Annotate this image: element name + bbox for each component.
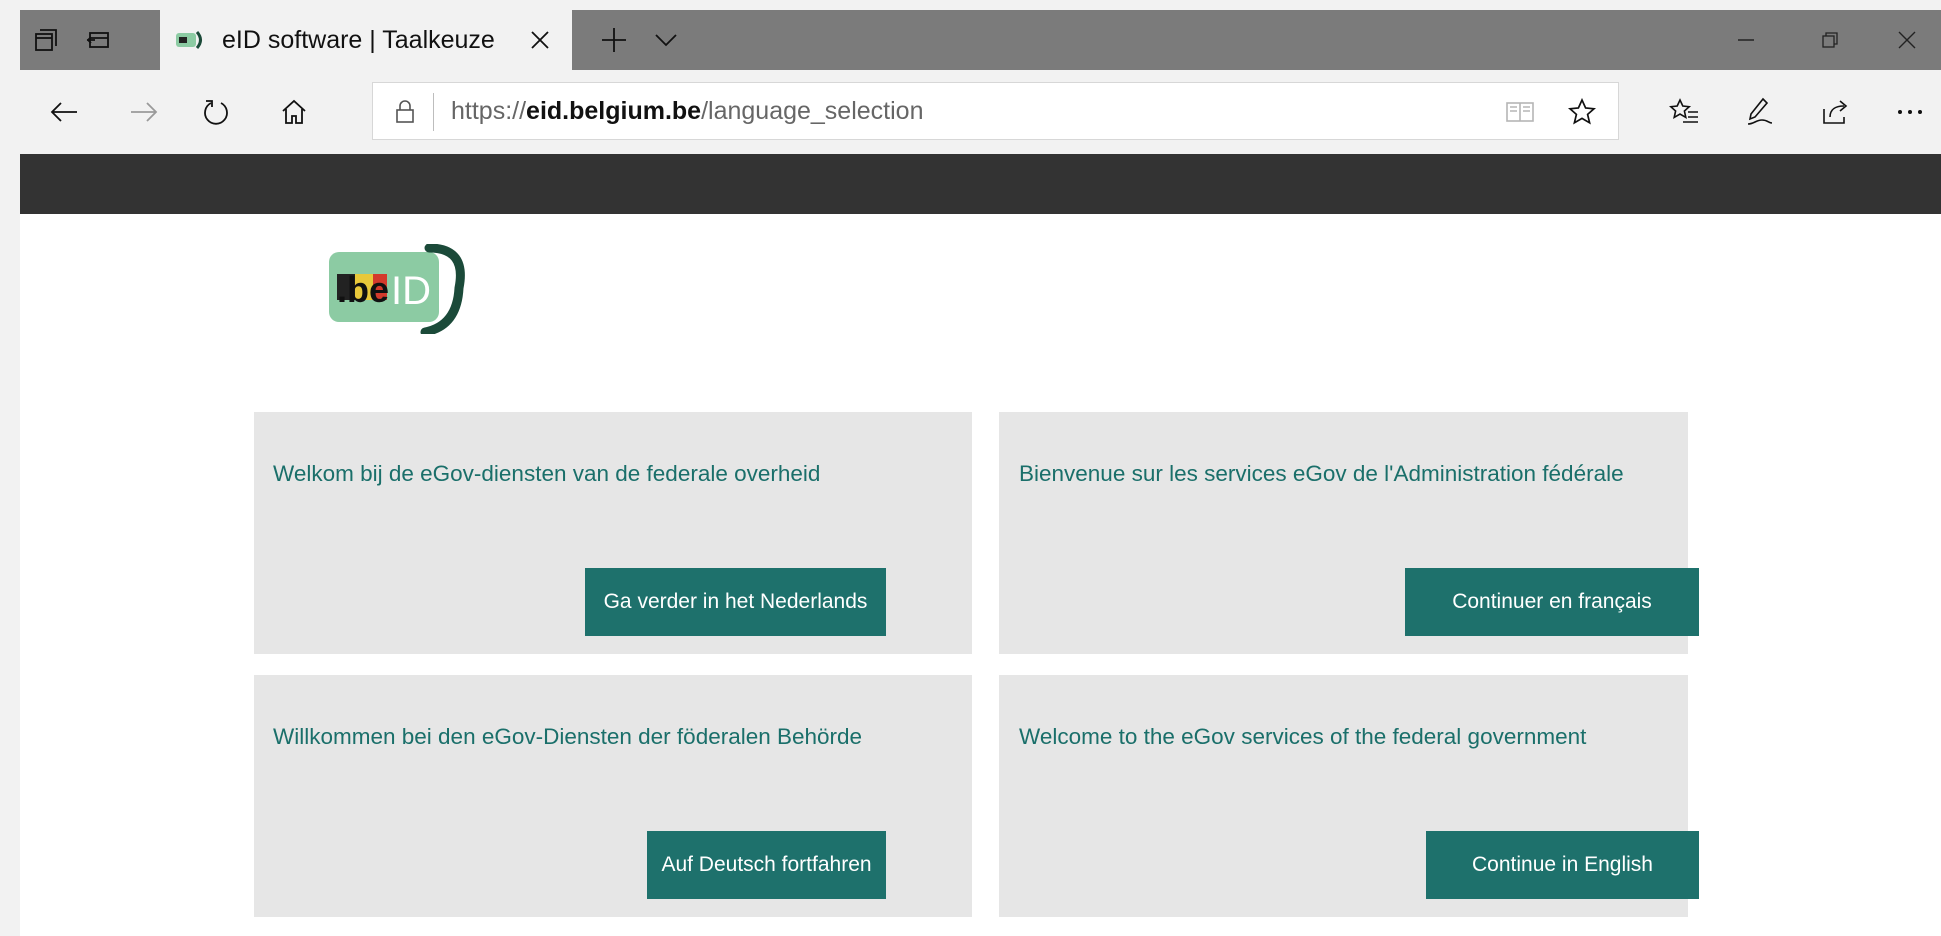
tab-actions-button[interactable]	[20, 10, 72, 70]
browser-title-bar: eID software | Taalkeuze	[20, 10, 1941, 70]
close-window-button[interactable]	[1872, 10, 1941, 70]
url-prefix: https://	[451, 97, 527, 125]
reading-view-button[interactable]	[1498, 91, 1542, 133]
tab-preview-button[interactable]	[640, 10, 692, 70]
browser-toolbar: https://eid.belgium.be/language_selectio…	[20, 70, 1941, 154]
favorites-list-icon	[1669, 98, 1698, 123]
book-icon	[1506, 102, 1534, 122]
minimize-button[interactable]	[1704, 10, 1788, 70]
address-bar[interactable]: https://eid.belgium.be/language_selectio…	[372, 82, 1619, 140]
star-icon	[1568, 98, 1596, 125]
continue-french-button[interactable]: Continuer en français	[1405, 568, 1699, 636]
share-icon	[1823, 100, 1848, 124]
refresh-icon	[204, 100, 228, 125]
arrow-left-icon	[50, 102, 77, 122]
back-button[interactable]	[34, 82, 94, 142]
forward-button[interactable]	[114, 82, 174, 142]
site-header-bar	[20, 154, 1941, 214]
close-tab-button[interactable]	[520, 20, 560, 60]
add-favorite-button[interactable]	[1560, 91, 1604, 133]
url-domain: eid.belgium.be	[526, 97, 702, 125]
set-aside-tabs-icon	[86, 32, 109, 48]
restore-icon	[1822, 32, 1838, 48]
home-icon	[282, 99, 306, 124]
language-card-de: Willkommen bei den eGov-Diensten der föd…	[254, 675, 972, 917]
welcome-text-en: Welcome to the eGov services of the fede…	[1019, 724, 1587, 749]
language-card-fr: Bienvenue sur les services eGov de l'Adm…	[999, 412, 1699, 654]
welcome-text-nl: Welkom bij de eGov-diensten van de feder…	[273, 461, 821, 486]
tab-title: eID software | Taalkeuze	[222, 25, 495, 54]
more-button[interactable]	[1880, 82, 1940, 142]
welcome-text-de: Willkommen bei den eGov-Diensten der föd…	[273, 724, 863, 749]
close-icon	[1898, 31, 1915, 49]
home-button[interactable]	[264, 82, 324, 142]
set-aside-tabs-button[interactable]	[72, 10, 124, 70]
language-card-en: Welcome to the eGov services of the fede…	[999, 675, 1699, 917]
welcome-text-fr: Bienvenue sur les services eGov de l'Adm…	[1019, 461, 1624, 486]
active-tab[interactable]: eID software | Taalkeuze	[160, 10, 572, 70]
continue-dutch-button[interactable]: Ga verder in het Nederlands	[585, 568, 886, 636]
address-separator	[433, 93, 434, 131]
chevron-down-icon	[655, 34, 677, 47]
refresh-button[interactable]	[186, 82, 246, 142]
url-text[interactable]: https://eid.belgium.be/language_selectio…	[451, 97, 923, 126]
continue-german-button[interactable]: Auf Deutsch fortfahren	[647, 831, 886, 899]
page-content: .be ID Welkom bij de eGov-diensten van d…	[20, 214, 1941, 936]
tab-actions-icon	[35, 29, 57, 51]
minimize-icon	[1738, 39, 1754, 41]
continue-english-button[interactable]: Continue in English	[1426, 831, 1699, 899]
close-icon	[531, 31, 549, 49]
pen-icon	[1747, 97, 1773, 125]
language-card-nl: Welkom bij de eGov-diensten van de feder…	[254, 412, 972, 654]
lock-icon[interactable]	[387, 95, 423, 129]
beid-favicon-icon	[174, 29, 208, 51]
logo-text-be: .be	[337, 269, 389, 310]
favorites-hub-button[interactable]	[1654, 82, 1714, 142]
arrow-right-icon	[131, 102, 158, 122]
share-button[interactable]	[1806, 82, 1866, 142]
plus-icon	[602, 28, 626, 52]
url-path: /language_selection	[701, 97, 924, 125]
new-tab-button[interactable]	[588, 10, 640, 70]
logo-text-id: ID	[391, 269, 431, 313]
restore-button[interactable]	[1788, 10, 1872, 70]
notes-button[interactable]	[1730, 82, 1790, 142]
beid-logo: .be ID	[329, 244, 465, 334]
more-icon	[1898, 110, 1922, 114]
